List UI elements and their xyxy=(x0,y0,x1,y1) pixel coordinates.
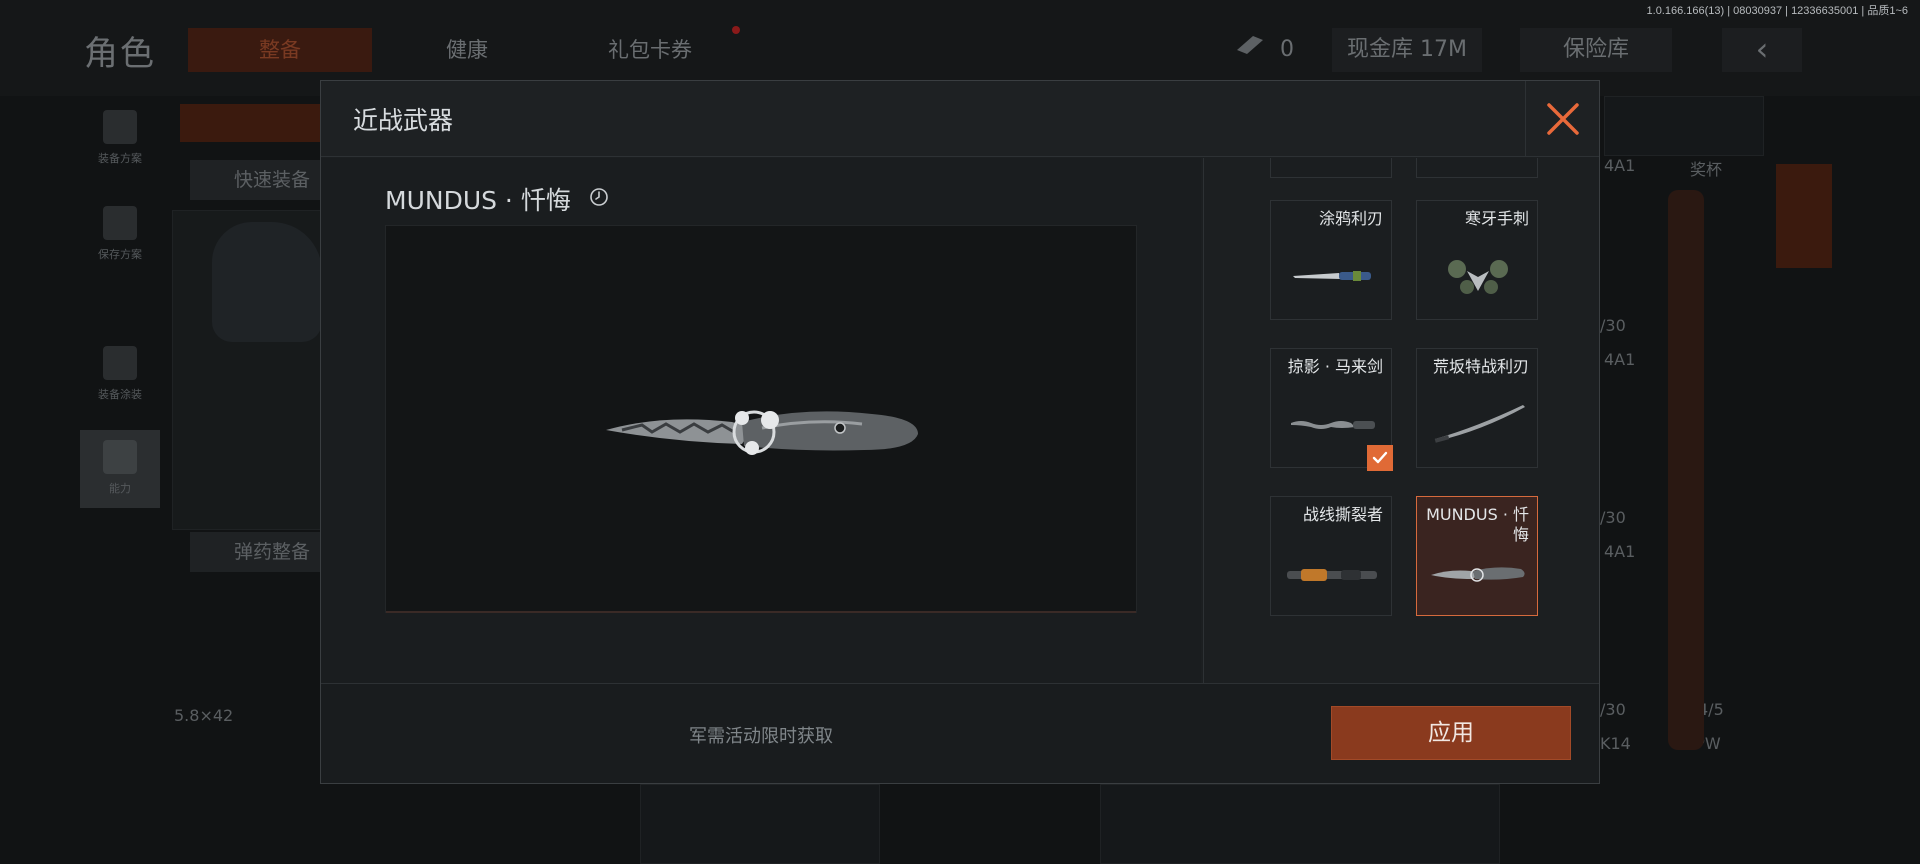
slot-label-2: 奖杯 xyxy=(1690,160,1723,179)
list-item-arasaka-blade[interactable]: 荒坂特战利刃 xyxy=(1416,348,1538,468)
knife-image xyxy=(606,410,918,455)
preview-frame-accent xyxy=(386,611,1136,613)
dialog-header: 近战武器 xyxy=(321,81,1599,157)
slot-label-7: /30 xyxy=(1600,700,1626,719)
helmet-icon xyxy=(103,346,137,380)
insurance-vault-button[interactable]: 保险库 xyxy=(1520,28,1672,72)
sidebar: 装备方案 保存方案 装备涂装 能力 xyxy=(80,96,160,516)
frost-fang-image xyxy=(1448,260,1508,294)
slot-label-1: 4A1 xyxy=(1604,156,1636,175)
arasaka-blade-image xyxy=(1434,405,1525,443)
weapon-preview[interactable] xyxy=(385,225,1137,613)
sidebar-item-save[interactable]: 保存方案 xyxy=(80,196,160,274)
bottom-slot-1 xyxy=(640,784,880,864)
slot-label-9: K14 xyxy=(1600,734,1631,753)
tab-equip[interactable]: 整备 xyxy=(188,28,372,72)
slot-label-4: 4A1 xyxy=(1604,350,1636,369)
equipped-badge xyxy=(1367,445,1393,471)
quick-equip-button[interactable]: 快速装备 xyxy=(190,160,330,200)
list-item-graffiti-blade[interactable]: 涂鸦利刃 xyxy=(1270,200,1392,320)
list-item-frontline-ripper[interactable]: 战线撕裂者 xyxy=(1270,496,1392,616)
item-label: 荒坂特战利刃 xyxy=(1432,357,1529,376)
list-item-frost-fang[interactable]: 寒牙手刺 xyxy=(1416,200,1538,320)
graffiti-blade-image xyxy=(1293,271,1371,281)
currency-count: 0 xyxy=(1280,37,1294,62)
mundus-penance-image xyxy=(1431,567,1525,582)
ammo-type: 5.8×42 xyxy=(174,706,234,725)
side-card xyxy=(1604,96,1764,156)
weapon-tag xyxy=(180,104,330,142)
item-label: MUNDUS · 忏悔 xyxy=(1426,505,1529,544)
close-button[interactable] xyxy=(1525,81,1599,157)
vest-icon xyxy=(103,110,137,144)
ticket-icon xyxy=(1230,28,1270,72)
apply-button[interactable]: 应用 xyxy=(1331,706,1571,760)
item-label: 掠影 · 马来剑 xyxy=(1287,357,1383,376)
cash-vault-button[interactable]: 现金库 17M xyxy=(1332,28,1482,72)
page-title: 角色 xyxy=(84,34,156,74)
close-icon xyxy=(1546,103,1579,135)
slot-label-5: /30 xyxy=(1600,508,1626,527)
clock-icon[interactable] xyxy=(589,187,609,207)
selected-weapon-name: MUNDUS · 忏悔 xyxy=(385,186,571,215)
tab-health[interactable]: 健康 xyxy=(392,28,542,72)
melee-weapon-dialog: 近战武器 MUNDUS · 忏悔 涂鸦利刃 寒牙手刺 掠影 · 马来剑 荒坂特战… xyxy=(320,80,1600,784)
download-icon xyxy=(103,206,137,240)
list-item-partial[interactable] xyxy=(1416,158,1538,178)
game-screen: 角色 整备 健康 礼包卡券 1.0.166.166(13) | 08030937… xyxy=(0,0,1920,864)
list-item-mundus-penance[interactable]: MUNDUS · 忏悔 xyxy=(1416,496,1538,616)
item-label: 战线撕裂者 xyxy=(1302,505,1383,524)
item-label: 寒牙手刺 xyxy=(1464,209,1529,228)
tab-gift-cards[interactable]: 礼包卡券 xyxy=(560,28,740,72)
back-button[interactable]: ‹ xyxy=(1722,28,1802,72)
side-selected-slot[interactable] xyxy=(1776,164,1832,268)
notification-dot xyxy=(732,26,740,34)
frontline-ripper-image xyxy=(1287,569,1377,581)
sidebar-item-paint[interactable]: 装备涂装 xyxy=(80,336,160,414)
helmet-image xyxy=(212,222,322,342)
slot-label-6: 4A1 xyxy=(1604,542,1636,561)
list-item-partial[interactable] xyxy=(1270,158,1392,178)
version-info: 1.0.166.166(13) | 08030937 | 12336635001… xyxy=(1646,5,1908,17)
acquisition-note: 军需活动限时获取 xyxy=(689,726,833,747)
chevron-left-icon: ‹ xyxy=(1755,30,1769,68)
item-label: 涂鸦利刃 xyxy=(1318,209,1383,228)
list-item-shadow-kris[interactable]: 掠影 · 马来剑 xyxy=(1270,348,1393,471)
sidebar-item-ability[interactable]: 能力 xyxy=(80,430,160,508)
rifle-image xyxy=(1668,190,1704,750)
slot-label-3: /30 xyxy=(1600,316,1626,335)
weapon-list-scroll[interactable]: 涂鸦利刃 寒牙手刺 掠影 · 马来剑 荒坂特战利刃 战线撕裂者 MUNDUS ·… xyxy=(1204,158,1600,683)
dialog-footer: 军需活动限时获取 应用 xyxy=(321,683,1599,783)
bottom-slot-2 xyxy=(1100,784,1500,864)
ammo-equip-button[interactable]: 弹药整备 xyxy=(190,532,320,572)
sidebar-item-loadout[interactable]: 装备方案 xyxy=(80,100,160,178)
checkmark-icon xyxy=(1372,451,1388,464)
weapon-list: 涂鸦利刃 寒牙手刺 掠影 · 马来剑 荒坂特战利刃 战线撕裂者 MUNDUS ·… xyxy=(1203,158,1599,683)
lightning-icon xyxy=(103,440,137,474)
dialog-title: 近战武器 xyxy=(353,106,454,135)
shadow-kris-image xyxy=(1291,421,1375,429)
